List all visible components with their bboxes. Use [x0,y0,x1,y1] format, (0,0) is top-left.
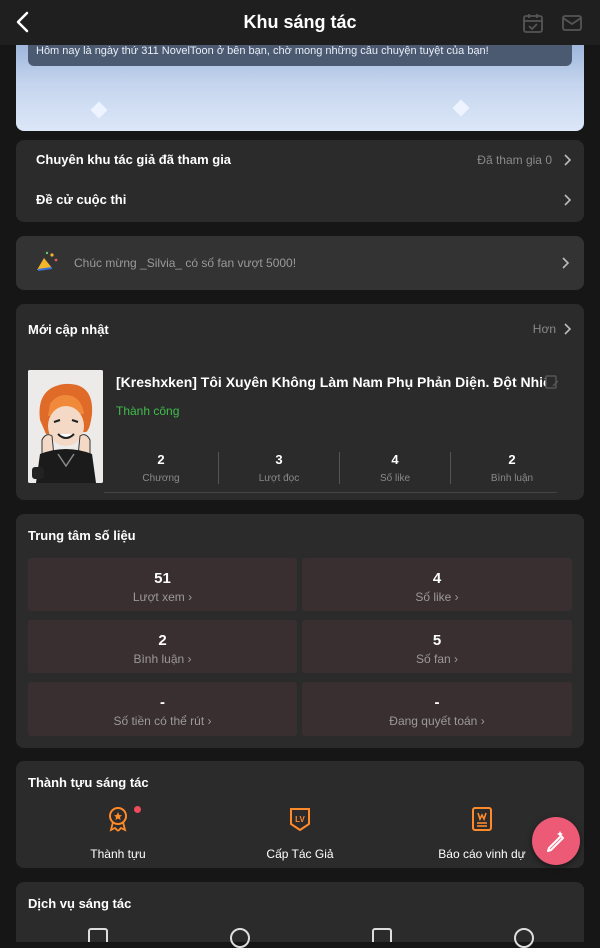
book-status: Thành công [116,404,180,418]
services-title: Dịch vụ sáng tác [28,896,132,911]
celebration-icon [37,251,58,271]
stat-label: Số fan [415,652,451,666]
stat-label: Đang quyết toán [389,714,478,728]
stat-label: Bình luận [133,652,185,666]
stat-views[interactable]: 51 Lượt xem › [28,558,297,611]
notice-bar[interactable]: Chúc mừng _Silvia_ có số fan vượt 5000! [16,236,584,290]
top-bar: Khu sáng tác [0,0,600,45]
stat-comments[interactable]: 2 Bình luận › [28,620,297,673]
chevron-right-icon [562,257,570,269]
book-title[interactable]: [Kreshxken] Tôi Xuyên Không Làm Nam Phụ … [116,374,546,390]
stat-label: Số tiền có thể rút [113,714,205,728]
comic-type-icon [32,467,44,479]
sparkle-decoration [90,101,108,119]
sparkle-decoration [452,99,470,117]
author-level-item[interactable]: LV Cấp Tác Giả [230,806,370,861]
stat-settling[interactable]: - Đang quyết toán › [302,682,572,736]
service-icon[interactable] [514,928,534,948]
notice-text: Chúc mừng _Silvia_ có số fan vượt 5000! [74,256,297,270]
book-stat-reads: 3 Lượt đọc [258,452,300,484]
mail-icon[interactable] [561,12,583,34]
stat-divider [450,452,451,484]
calendar-icon[interactable] [522,12,544,34]
book-cover-image[interactable] [28,370,103,483]
joined-zones-value: Đã tham gia 0 [477,153,552,167]
joined-zones-row[interactable]: Chuyên khu tác giả đã tham gia Đã tham g… [16,140,584,180]
service-icon[interactable] [230,928,250,948]
achievement-label: Thành tựu [90,847,146,861]
create-fab-button[interactable] [532,817,580,865]
book-stat-chapters: 2 Chương [142,452,180,484]
book-stat-likes: 4 Số like [379,452,410,484]
welcome-banner: Hôm nay là ngày thứ 311 NovelToon ở bên … [16,45,584,131]
stat-fans[interactable]: 5 Số fan › [302,620,572,673]
author-level-label: Cấp Tác Giả [266,847,334,861]
stat-withdrawable[interactable]: - Số tiền có thể rút › [28,682,297,736]
stat-likes[interactable]: 4 Số like › [302,558,572,611]
edit-note-icon[interactable] [544,374,560,390]
chevron-right-icon [564,194,572,206]
contest-recommend-label: Đề cử cuộc thi [36,192,127,207]
achievements-title: Thành tựu sáng tác [28,775,149,790]
magic-pen-icon [547,831,564,852]
honor-report-label: Báo cáo vinh dự [438,847,526,861]
svg-text:LV: LV [295,815,305,824]
stat-label: Lượt xem [132,590,185,604]
joined-zones-label: Chuyên khu tác giả đã tham gia [36,152,232,167]
contest-recommend-row[interactable]: Đề cử cuộc thi [16,180,584,220]
divider [104,492,557,493]
data-center-title: Trung tâm số liệu [28,528,136,543]
chevron-right-icon[interactable] [562,323,572,335]
honor-report-item[interactable]: Báo cáo vinh dự [412,806,552,861]
more-link[interactable]: Hơn [533,322,556,336]
services-card: Dịch vụ sáng tác [16,882,584,948]
notification-dot [134,806,141,813]
level-badge-icon: LV [290,808,310,832]
book-stat-comments: 2 Bình luận [490,452,534,484]
service-icon[interactable] [88,928,108,942]
service-icon[interactable] [372,928,392,942]
page-title: Khu sáng tác [243,12,357,32]
recent-update-title: Mới cập nhật [28,322,109,337]
stat-divider [218,452,219,484]
menu-card: Chuyên khu tác giả đã tham gia Đã tham g… [16,140,584,222]
honor-report-icon [472,807,492,831]
banner-message: Hôm nay là ngày thứ 311 NovelToon ở bên … [28,45,572,66]
medal-icon [109,807,127,832]
achievement-item[interactable]: Thành tựu [48,806,188,861]
chevron-right-icon [564,154,572,166]
stat-label: Số like [415,590,452,604]
